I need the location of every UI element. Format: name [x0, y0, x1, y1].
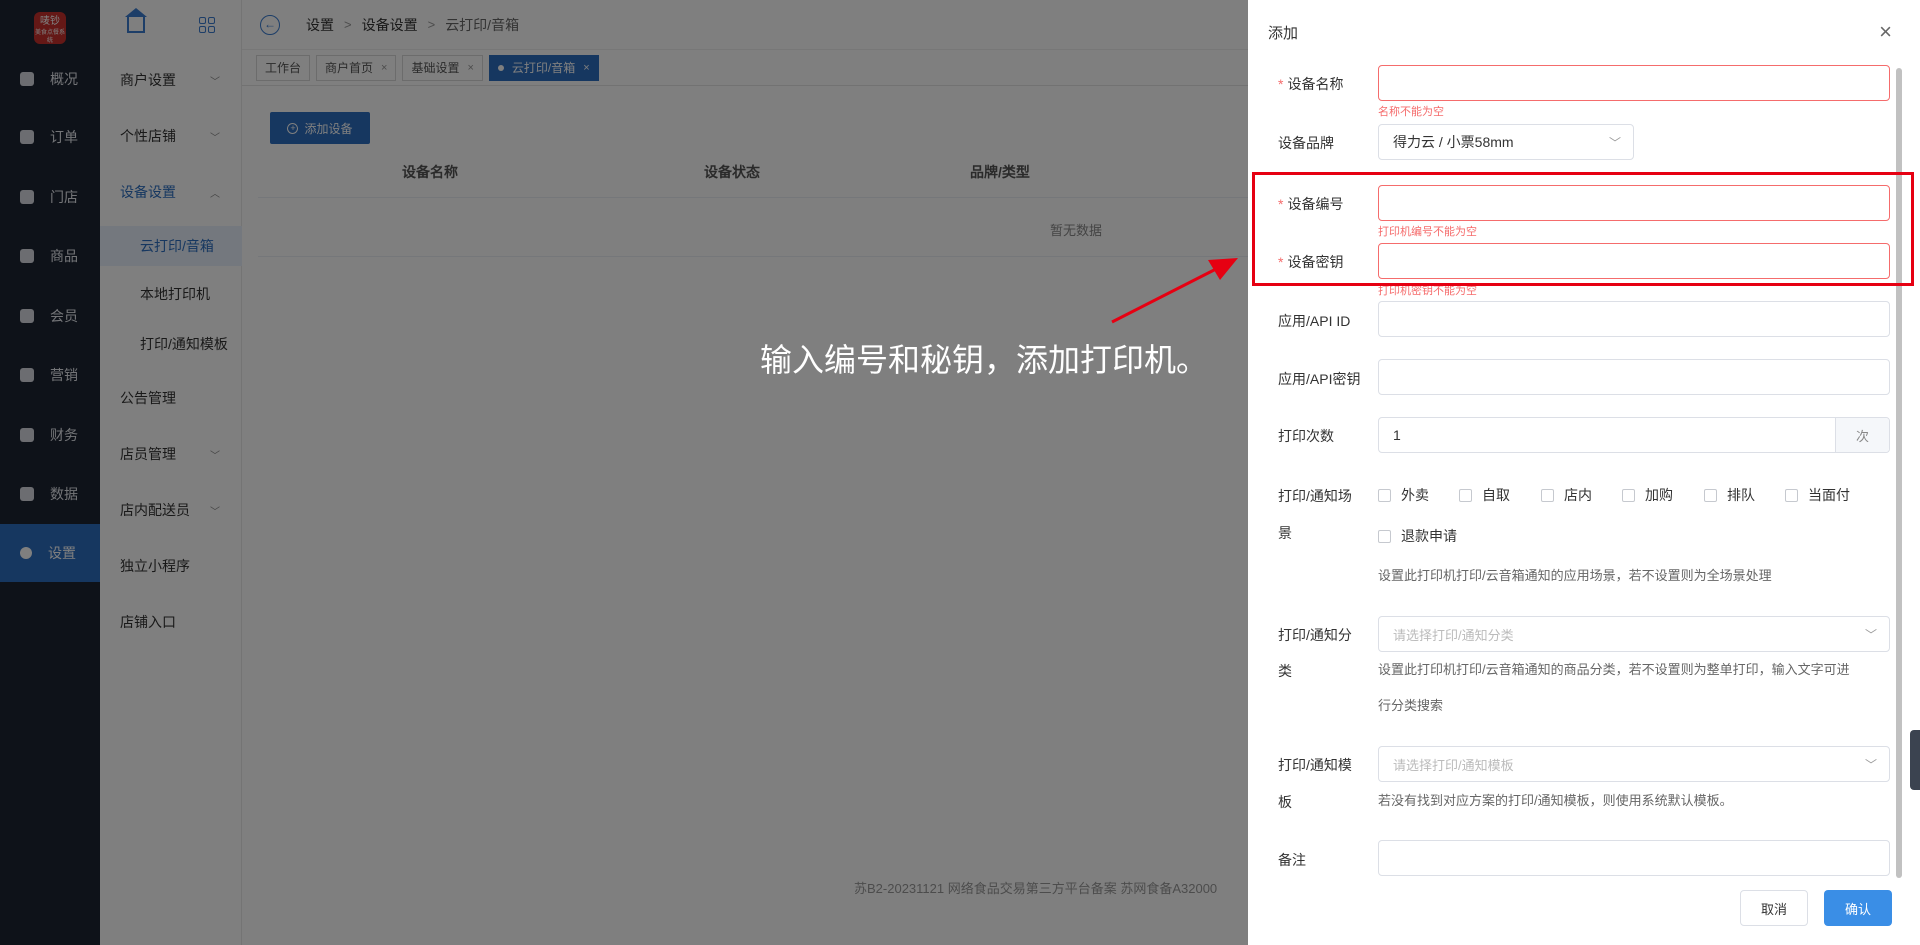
checkbox-label: 外卖 [1401, 487, 1429, 503]
scene-checkbox-takeout[interactable]: 外卖 [1378, 485, 1429, 505]
scene-checkbox-addon[interactable]: 加购 [1622, 485, 1673, 505]
annotation-highlight-box [1252, 172, 1914, 286]
device-brand-value: 得力云 / 小票58mm [1393, 134, 1514, 150]
category-select[interactable]: 请选择打印/通知分类 ﹀ [1378, 616, 1890, 652]
api-secret-input[interactable] [1378, 359, 1890, 395]
checkbox-box[interactable] [1378, 529, 1391, 543]
scene-checkbox-queue[interactable]: 排队 [1704, 485, 1755, 505]
api-secret-label: 应用/API密钥 [1278, 371, 1361, 387]
template-hint: 若没有找到对应方案的打印/通知模板，则使用系统默认模板。 [1378, 793, 1733, 808]
checkbox-box[interactable] [1704, 488, 1717, 502]
print-count-label: 打印次数 [1278, 428, 1334, 444]
template-placeholder: 请选择打印/通知模板 [1393, 757, 1514, 773]
confirm-button[interactable]: 确认 [1824, 890, 1892, 926]
category-label-cont: 类 [1278, 663, 1292, 679]
checkbox-label: 排队 [1727, 487, 1755, 503]
checkbox-label: 店内 [1564, 487, 1592, 503]
checkbox-label: 加购 [1645, 487, 1673, 503]
checkbox-box[interactable] [1785, 488, 1798, 502]
scene-label-cont: 景 [1278, 525, 1292, 541]
chevron-down-icon: ﹀ [1864, 758, 1877, 772]
remark-label: 备注 [1278, 852, 1306, 868]
drawer-title: 添加 [1268, 25, 1299, 42]
scene-checkbox-refund[interactable]: 退款申请 [1378, 526, 1457, 546]
chevron-down-icon: ﹀ [1864, 628, 1877, 642]
checkbox-label: 退款申请 [1401, 528, 1457, 544]
category-placeholder: 请选择打印/通知分类 [1393, 627, 1514, 643]
annotation-text: 输入编号和秘钥，添加打印机。 [760, 342, 1209, 378]
checkbox-box[interactable] [1541, 488, 1554, 502]
print-count-suffix: 次 [1835, 418, 1889, 452]
scene-checkbox-dinein[interactable]: 店内 [1541, 485, 1592, 505]
scene-hint: 设置此打印机打印/云音箱通知的应用场景，若不设置则为全场景处理 [1378, 568, 1772, 583]
template-select[interactable]: 请选择打印/通知模板 ﹀ [1378, 746, 1890, 782]
category-label: 打印/通知分 [1278, 627, 1352, 643]
scene-checkbox-pickup[interactable]: 自取 [1459, 485, 1510, 505]
device-name-label: 设备名称 [1278, 74, 1343, 94]
close-icon[interactable]: × [1879, 21, 1892, 43]
api-id-input[interactable] [1378, 301, 1890, 337]
category-hint: 设置此打印机打印/云音箱通知的商品分类，若不设置则为整单打印，输入文字可进 [1378, 662, 1850, 677]
checkbox-label: 自取 [1482, 487, 1510, 503]
scene-checkbox-facepay[interactable]: 当面付 [1785, 485, 1850, 505]
checkbox-box[interactable] [1378, 488, 1391, 502]
template-label: 打印/通知模 [1278, 757, 1352, 773]
device-brand-label: 设备品牌 [1278, 135, 1334, 151]
template-label-cont: 板 [1278, 794, 1292, 810]
remark-input[interactable] [1378, 840, 1890, 876]
print-count-value: 1 [1393, 427, 1401, 443]
device-brand-select[interactable]: 得力云 / 小票58mm ﹀ [1378, 124, 1634, 160]
category-hint-cont: 行分类搜索 [1378, 698, 1444, 713]
checkbox-label: 当面付 [1808, 487, 1850, 503]
device-name-error: 名称不能为空 [1378, 106, 1444, 118]
side-widget-handle[interactable] [1910, 730, 1920, 790]
checkbox-box[interactable] [1622, 488, 1635, 502]
chevron-down-icon: ﹀ [1608, 136, 1621, 150]
cancel-button[interactable]: 取消 [1740, 890, 1808, 926]
checkbox-box[interactable] [1459, 488, 1472, 502]
print-count-input[interactable]: 1 次 [1378, 417, 1890, 453]
api-id-label: 应用/API ID [1278, 313, 1351, 329]
device-name-input[interactable] [1378, 65, 1890, 101]
scene-label: 打印/通知场 [1278, 488, 1352, 504]
add-device-drawer: 添加 × 设备名称 名称不能为空 设备品牌 得力云 / 小票58mm ﹀ 设备编… [1248, 0, 1920, 945]
